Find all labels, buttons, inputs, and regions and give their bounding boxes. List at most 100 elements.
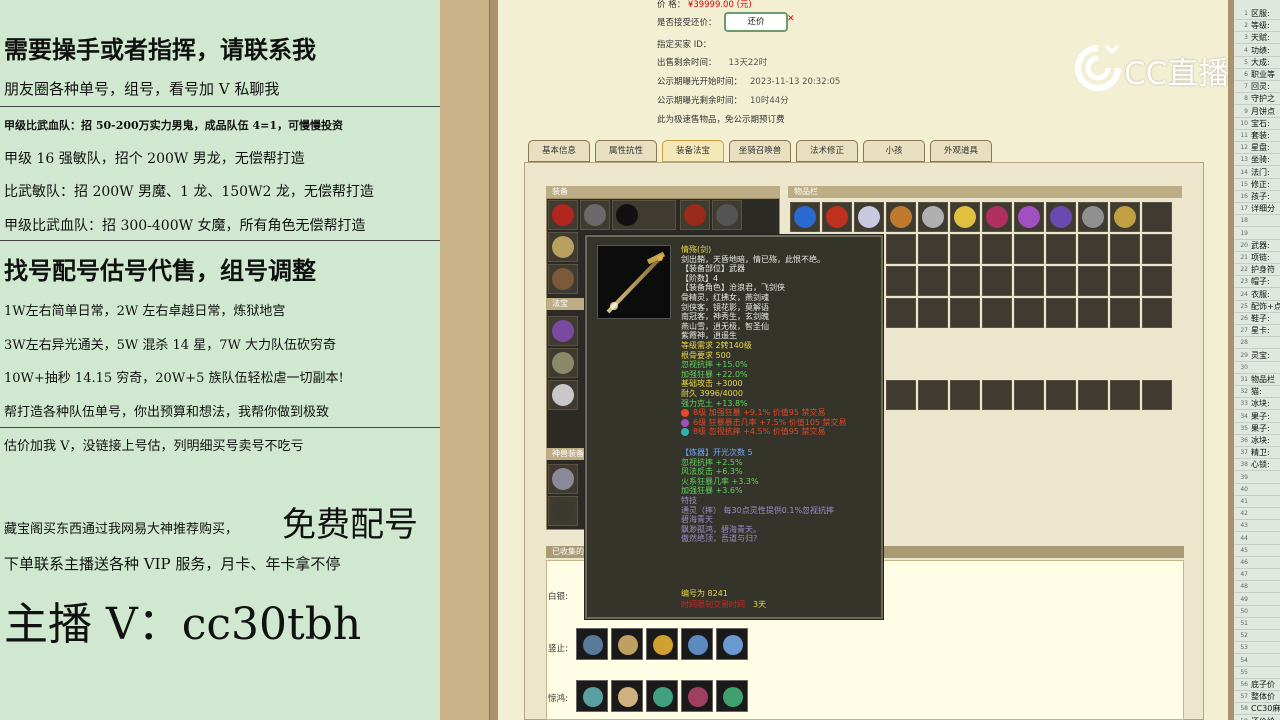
sheet-row[interactable]: 42: [1234, 508, 1280, 521]
equip-slot[interactable]: [680, 200, 710, 230]
sheet-row[interactable]: 20 武器:: [1234, 240, 1280, 252]
sheet-row[interactable]: 21 项链:: [1234, 252, 1280, 264]
sheet-row[interactable]: 16 孩子:: [1234, 191, 1280, 203]
sheet-row[interactable]: 41: [1234, 496, 1280, 508]
inventory-slot[interactable]: [1078, 266, 1108, 296]
inventory-slot[interactable]: [1014, 380, 1044, 410]
inventory-slot[interactable]: [854, 202, 884, 232]
tab-0[interactable]: 基本信息: [528, 140, 590, 162]
sheet-row[interactable]: 9 月饼点: [1234, 106, 1280, 118]
inventory-slot[interactable]: [950, 380, 980, 410]
inventory-slot[interactable]: [1110, 298, 1140, 328]
sheet-row[interactable]: 2 等级:: [1234, 20, 1280, 33]
inventory-slot[interactable]: [886, 234, 916, 264]
sheet-row[interactable]: 51: [1234, 618, 1280, 630]
collected-item[interactable]: [716, 680, 748, 712]
inventory-slot[interactable]: [1142, 298, 1172, 328]
sheet-row[interactable]: 13 坐骑:: [1234, 154, 1280, 167]
inventory-slot[interactable]: [1046, 380, 1076, 410]
inventory-slot[interactable]: [1046, 234, 1076, 264]
sheet-row[interactable]: 43: [1234, 520, 1280, 533]
sheet-row[interactable]: 52: [1234, 630, 1280, 643]
sheet-row[interactable]: 11 套装:: [1234, 130, 1280, 142]
equip-slot[interactable]: [580, 200, 610, 230]
sheet-row[interactable]: 29 灵宝:: [1234, 350, 1280, 362]
sheet-row[interactable]: 27 星卡:: [1234, 325, 1280, 338]
inventory-slot[interactable]: [822, 202, 852, 232]
sheet-row[interactable]: 10 宝石:: [1234, 118, 1280, 130]
sheet-row[interactable]: 23 帽子:: [1234, 276, 1280, 289]
inventory-slot[interactable]: [1014, 202, 1044, 232]
inventory-slot[interactable]: [790, 202, 820, 232]
sheet-row[interactable]: 15 修正:: [1234, 179, 1280, 191]
inventory-slot[interactable]: [1142, 234, 1172, 264]
inventory-slot[interactable]: [918, 202, 948, 232]
collected-item[interactable]: [681, 680, 713, 712]
equip-slot[interactable]: [548, 348, 578, 378]
sheet-row[interactable]: 48: [1234, 581, 1280, 594]
collected-item[interactable]: [611, 680, 643, 712]
equip-slot[interactable]: [548, 380, 578, 410]
sheet-row[interactable]: 34 果子:: [1234, 411, 1280, 423]
inventory-slot[interactable]: [1078, 298, 1108, 328]
counter-offer-button[interactable]: 还价: [724, 12, 788, 32]
sheet-row[interactable]: 33 冰块:: [1234, 398, 1280, 411]
sheet-row[interactable]: 39: [1234, 472, 1280, 484]
tab-4[interactable]: 法术修正: [796, 140, 858, 162]
inventory-slot[interactable]: [1142, 380, 1172, 410]
inventory-slot[interactable]: [918, 380, 948, 410]
collected-item[interactable]: [611, 628, 643, 660]
sheet-row[interactable]: 1 区服:: [1234, 8, 1280, 20]
equip-slot[interactable]: [712, 200, 742, 230]
sheet-row[interactable]: 55: [1234, 667, 1280, 679]
inventory-slot[interactable]: [1110, 266, 1140, 296]
inventory-slot[interactable]: [950, 234, 980, 264]
collected-item[interactable]: [716, 628, 748, 660]
inventory-slot[interactable]: [1046, 298, 1076, 328]
inventory-slot[interactable]: [886, 298, 916, 328]
inventory-slot[interactable]: [1014, 266, 1044, 296]
sheet-row[interactable]: 59还价给: [1234, 716, 1280, 720]
sheet-row[interactable]: 56 底子价: [1234, 679, 1280, 691]
inventory-slot[interactable]: [950, 298, 980, 328]
equip-slot[interactable]: [548, 200, 578, 230]
sheet-row[interactable]: 44: [1234, 533, 1280, 545]
sheet-row[interactable]: 36 冰块:: [1234, 435, 1280, 447]
tab-2[interactable]: 装备法宝: [662, 140, 724, 162]
collected-item[interactable]: [646, 628, 678, 660]
sheet-row[interactable]: 12 星盘:: [1234, 142, 1280, 155]
sheet-row[interactable]: 47: [1234, 569, 1280, 582]
tab-5[interactable]: 小孩: [863, 140, 925, 162]
equip-slot[interactable]: [548, 464, 578, 494]
inventory-slot[interactable]: [886, 202, 916, 232]
sheet-row[interactable]: 40: [1234, 484, 1280, 496]
inventory-slot[interactable]: [1142, 266, 1172, 296]
inventory-slot[interactable]: [1046, 202, 1076, 232]
inventory-slot[interactable]: [982, 266, 1012, 296]
sheet-row[interactable]: 35 果子:: [1234, 423, 1280, 435]
sheet-row[interactable]: 18: [1234, 215, 1280, 228]
inventory-slot[interactable]: [950, 266, 980, 296]
inventory-slot[interactable]: [982, 380, 1012, 410]
sheet-row[interactable]: 53: [1234, 642, 1280, 655]
inventory-slot[interactable]: [1014, 298, 1044, 328]
collected-item[interactable]: [576, 680, 608, 712]
equip-slot[interactable]: [612, 200, 676, 230]
sheet-row[interactable]: 25 配饰+点: [1234, 301, 1280, 313]
sheet-row[interactable]: 26 鞋子:: [1234, 313, 1280, 325]
sheet-row[interactable]: 17 详细分: [1234, 203, 1280, 216]
sheet-row[interactable]: 45: [1234, 545, 1280, 557]
inventory-slot[interactable]: [1110, 234, 1140, 264]
sheet-row[interactable]: 31 物品栏: [1234, 374, 1280, 386]
inventory-slot[interactable]: [918, 298, 948, 328]
inventory-slot[interactable]: [1110, 202, 1140, 232]
sheet-row[interactable]: 19: [1234, 228, 1280, 240]
sheet-row[interactable]: 38 心锁:: [1234, 459, 1280, 472]
inventory-slot[interactable]: [1078, 380, 1108, 410]
tab-3[interactable]: 坐骑召唤兽: [729, 140, 791, 162]
inventory-slot[interactable]: [1110, 380, 1140, 410]
equip-slot[interactable]: [548, 232, 578, 262]
sheet-row[interactable]: 49: [1234, 594, 1280, 606]
equip-slot[interactable]: [548, 264, 578, 294]
inventory-slot[interactable]: [1078, 202, 1108, 232]
